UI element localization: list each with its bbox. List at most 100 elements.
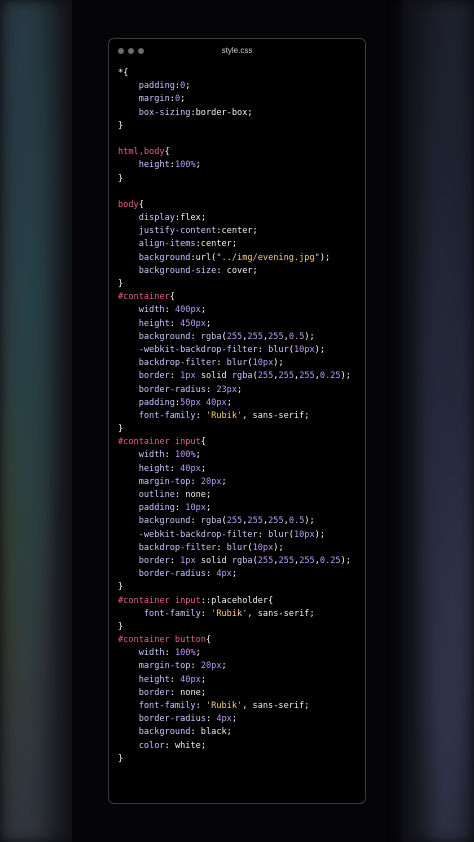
code-token: #container button — [118, 635, 206, 646]
code-token: align-items — [118, 239, 196, 250]
code-token: 'Rubik' — [205, 410, 243, 421]
code-token: } — [118, 753, 124, 764]
code-token: : — [169, 674, 181, 685]
code-line: backdrop-filter: blur(10px); — [118, 542, 361, 555]
code-token: 'Rubik' — [211, 608, 248, 619]
code-line: html,body{ — [118, 146, 361, 159]
code-token: ); — [304, 331, 315, 342]
code-line: margin-top: 20px; — [118, 660, 361, 673]
code-token: 255 — [257, 371, 274, 382]
code-line: padding: 10px; — [118, 502, 361, 515]
code-token: : — [190, 727, 201, 738]
code-token: border — [118, 371, 170, 382]
code-line: outline: none; — [118, 489, 361, 502]
code-token: 255 — [226, 516, 243, 527]
code-token: backdrop-filter — [118, 542, 217, 553]
code-line: } — [118, 581, 361, 594]
code-line: -webkit-backdrop-filter: blur(10px); — [118, 344, 361, 357]
code-line: border: none; — [118, 687, 361, 700]
code-token: background-size — [118, 265, 217, 276]
code-token: 255 — [268, 331, 284, 342]
code-token: : — [205, 714, 217, 725]
code-token: rgba — [200, 331, 222, 342]
code-line: margin-top: 20px; — [118, 476, 361, 489]
code-token: white — [174, 740, 201, 751]
code-line: #container input::placeholder{ — [118, 595, 361, 608]
code-line: padding:50px 40px; — [118, 397, 361, 410]
code-token: 255 — [247, 516, 263, 527]
code-token: : — [169, 318, 181, 329]
code-token: border — [118, 687, 170, 698]
code-token: 4px — [216, 569, 232, 580]
code-token: ::placeholder — [200, 595, 269, 606]
code-token: rgba — [231, 555, 253, 566]
code-token: ; — [200, 305, 206, 316]
code-token: 20px — [200, 476, 222, 487]
code-token: center — [221, 226, 253, 237]
code-token: solid — [195, 371, 232, 382]
code-token: width — [118, 648, 165, 659]
code-token: 'Rubik' — [205, 701, 243, 711]
code-token: box-sizing — [118, 107, 191, 118]
code-token: padding — [118, 503, 175, 514]
code-token: font-family — [118, 701, 196, 711]
code-line: font-family: 'Rubik', sans-serif; — [118, 608, 361, 621]
code-token: ; — [221, 661, 227, 672]
code-token: : — [164, 450, 175, 461]
code-token: 255 — [247, 331, 263, 342]
code-token: : — [205, 569, 217, 580]
code-token: { — [205, 635, 212, 646]
code-line: justify-content:center; — [118, 225, 361, 238]
code-token: ); — [273, 358, 284, 369]
code-token: ); — [273, 542, 284, 553]
code-token: backdrop-filter — [118, 358, 217, 369]
code-token: { — [169, 292, 175, 303]
code-line: background-size: cover; — [118, 265, 361, 278]
code-token: } — [118, 424, 124, 435]
code-token: height — [118, 160, 170, 171]
code-line: width: 100%; — [118, 647, 361, 660]
code-token: : — [216, 358, 227, 369]
code-token: : — [169, 371, 181, 382]
code-token: ; — [252, 265, 258, 276]
code-token: : — [200, 608, 212, 619]
code-line: background:url("../img/evening.jpg"); — [118, 252, 361, 265]
code-token: 100% — [174, 648, 196, 659]
code-line: } — [118, 423, 361, 436]
code-token: body — [118, 199, 139, 210]
code-token: rgba — [231, 371, 253, 382]
code-token: -webkit-backdrop-filter — [118, 529, 258, 540]
code-token: justify-content — [118, 226, 217, 237]
code-token: blur — [268, 529, 289, 540]
code-token: border-radius — [118, 569, 206, 580]
code-token: center — [200, 239, 232, 250]
code-line: height: 40px; — [118, 463, 361, 476]
code-token: ; — [205, 503, 212, 514]
code-token: ; — [226, 727, 232, 738]
code-token: margin-top — [118, 661, 191, 672]
code-line: font-family: 'Rubik', sans-serif; — [118, 410, 361, 423]
code-token: ; — [226, 397, 232, 408]
code-token: ; — [231, 239, 238, 250]
code-token: none — [180, 687, 201, 698]
code-token: background — [118, 727, 191, 738]
code-token: ; — [200, 463, 206, 474]
code-line: #container{ — [118, 291, 361, 304]
code-token: { — [268, 595, 274, 606]
code-line: #container input{ — [118, 436, 361, 449]
code-token: ; — [221, 476, 227, 487]
code-line: width: 100%; — [118, 449, 361, 462]
code-line: background: rgba(255,255,255,0.5); — [118, 515, 361, 528]
code-token: : — [174, 503, 186, 514]
code-token: ; — [200, 740, 206, 751]
code-token: : — [190, 476, 201, 487]
code-token: : — [205, 384, 217, 395]
code-token: } — [118, 173, 124, 184]
code-line: backdrop-filter: blur(10px); — [118, 357, 361, 370]
code-token: ); — [314, 344, 326, 355]
code-token: font-family — [118, 608, 201, 619]
code-token: margin — [118, 94, 170, 105]
code-line: color: white; — [118, 740, 361, 753]
